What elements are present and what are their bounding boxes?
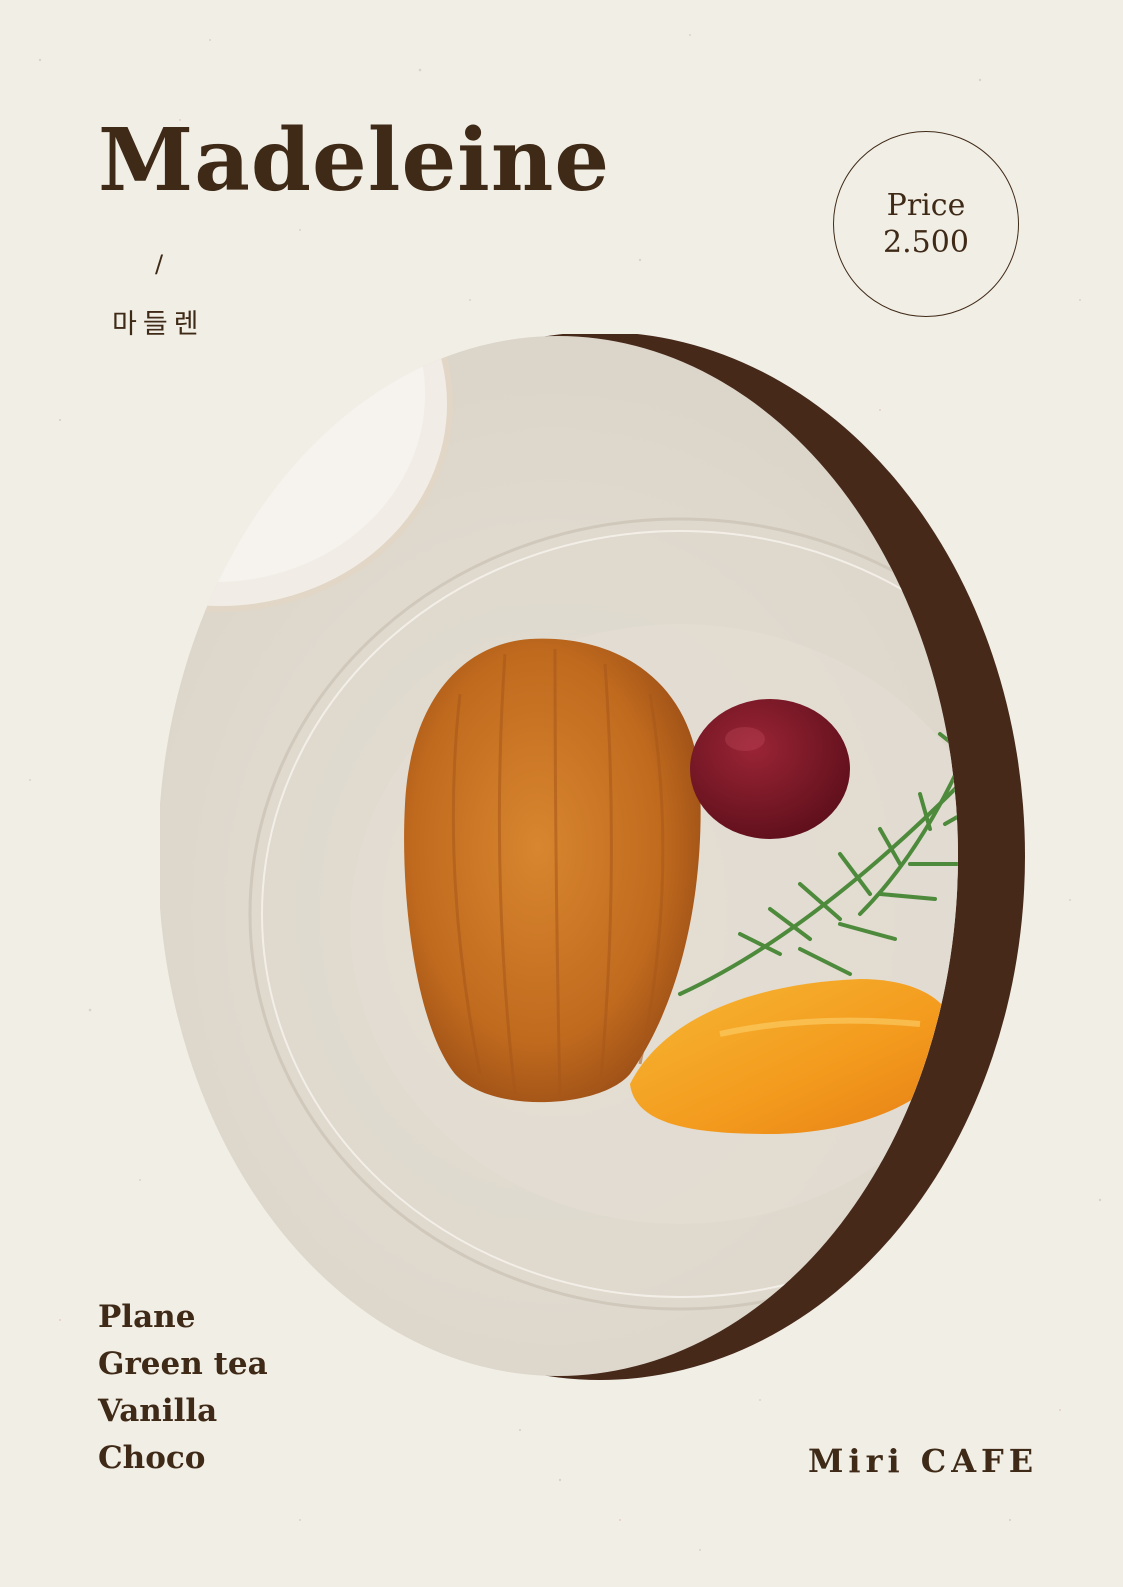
madeleine-plate-photo — [160, 334, 1025, 1380]
price-value: 2.500 — [883, 225, 969, 260]
cherry — [690, 699, 850, 839]
price-badge: Price 2.500 — [833, 131, 1019, 317]
flavor-item: Green tea — [98, 1346, 268, 1382]
flavor-item: Choco — [98, 1440, 206, 1476]
title-separator: / — [155, 250, 164, 278]
flavor-item: Vanilla — [98, 1393, 218, 1429]
page-title: Madeleine — [98, 110, 611, 211]
price-label: Price — [886, 187, 966, 223]
flavor-item: Plane — [98, 1299, 196, 1335]
flavor-list: Plane Green tea Vanilla Choco — [98, 1294, 268, 1482]
brand-name: Miri CAFE — [808, 1442, 1039, 1480]
